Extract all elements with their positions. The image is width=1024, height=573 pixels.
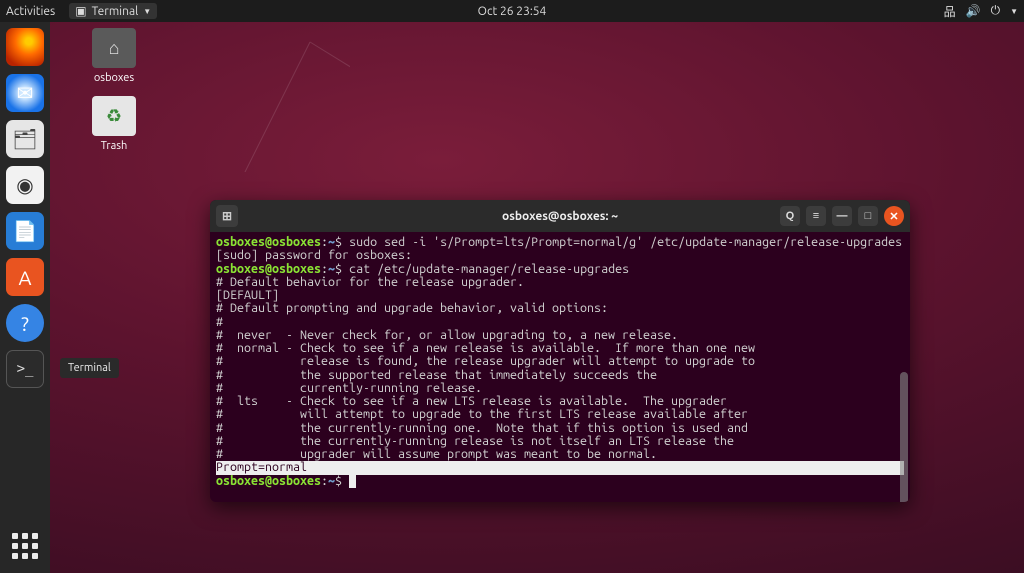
search-button[interactable]: Q <box>780 206 800 226</box>
trash[interactable]: ♻ Trash <box>84 96 144 152</box>
terminal-window: ⊞ osboxes@osboxes: ~ Q ≡ — □ ✕ osboxes@o… <box>210 200 910 502</box>
minimize-button[interactable]: — <box>832 206 852 226</box>
maximize-button[interactable]: □ <box>858 206 878 226</box>
top-bar: Activities ▣ Terminal ▼ Oct 26 23:54 品 🔊… <box>0 0 1024 22</box>
ubuntu-software-icon[interactable]: A <box>6 258 44 296</box>
terminal-line: # <box>216 316 904 329</box>
terminal-line: [sudo] password for osboxes: <box>216 249 904 262</box>
terminal-line: # the currently-running one. Note that i… <box>216 422 904 435</box>
terminal-line: # upgrader will assume prompt was meant … <box>216 448 904 461</box>
close-button[interactable]: ✕ <box>884 206 904 226</box>
terminal-launcher-icon[interactable]: >_ <box>6 350 44 388</box>
window-title: osboxes@osboxes: ~ <box>502 210 618 223</box>
terminal-line: # never - Never check for, or allow upgr… <box>216 329 904 342</box>
chevron-down-icon: ▼ <box>143 7 151 16</box>
volume-icon[interactable]: 🔊 <box>966 4 981 18</box>
power-icon[interactable]: ⏻ <box>991 4 1001 18</box>
terminal-line: [DEFAULT] <box>216 289 904 302</box>
terminal-line: osboxes@osboxes:~$ sudo sed -i 's/Prompt… <box>216 236 904 249</box>
terminal-line: # Default prompting and upgrade behavior… <box>216 302 904 315</box>
scrollbar[interactable] <box>900 372 908 502</box>
help-icon[interactable]: ? <box>6 304 44 342</box>
rhythmbox-icon[interactable]: ◉ <box>6 166 44 204</box>
terminal-body[interactable]: osboxes@osboxes:~$ sudo sed -i 's/Prompt… <box>210 232 910 502</box>
firefox-icon[interactable] <box>6 28 44 66</box>
app-menu[interactable]: ▣ Terminal ▼ <box>69 3 157 19</box>
activities-button[interactable]: Activities <box>6 5 55 18</box>
terminal-line: # the currently-running release is not i… <box>216 435 904 448</box>
terminal-line: # will attempt to upgrade to the first L… <box>216 408 904 421</box>
dock: ✉ 🗂 ◉ 📄 A ? >_ Terminal <box>0 22 50 573</box>
show-applications-button[interactable] <box>8 529 42 563</box>
terminal-line: # normal - Check to see if a new release… <box>216 342 904 355</box>
terminal-small-icon: ▣ <box>75 4 86 18</box>
terminal-line: osboxes@osboxes:~$ cat /etc/update-manag… <box>216 263 904 276</box>
terminal-line: osboxes@osboxes:~$ <box>216 475 904 488</box>
network-icon[interactable]: 品 <box>944 3 956 20</box>
system-tray[interactable]: 品 🔊 ⏻ ▼ <box>944 3 1018 20</box>
window-titlebar[interactable]: ⊞ osboxes@osboxes: ~ Q ≡ — □ ✕ <box>210 200 910 232</box>
clock[interactable]: Oct 26 23:54 <box>478 5 547 18</box>
new-tab-button[interactable]: ⊞ <box>216 205 238 227</box>
cursor <box>349 475 356 488</box>
dock-tooltip: Terminal <box>60 358 119 378</box>
desktop: ⌂ osboxes ♻ Trash ⊞ osboxes@osboxes: ~ Q… <box>50 22 1024 573</box>
trash-icon: ♻ <box>92 96 136 136</box>
terminal-line: # currently-running release. <box>216 382 904 395</box>
libreoffice-writer-icon[interactable]: 📄 <box>6 212 44 250</box>
home-icon: ⌂ <box>92 28 136 68</box>
thunderbird-icon[interactable]: ✉ <box>6 74 44 112</box>
hamburger-menu-button[interactable]: ≡ <box>806 206 826 226</box>
terminal-line: # lts - Check to see if a new LTS releas… <box>216 395 904 408</box>
terminal-line-highlight: Prompt=normal <box>216 461 904 474</box>
home-folder[interactable]: ⌂ osboxes <box>84 28 144 84</box>
files-icon[interactable]: 🗂 <box>6 120 44 158</box>
terminal-line: # release is found, the release upgrader… <box>216 355 904 368</box>
chevron-down-icon: ▼ <box>1010 7 1018 16</box>
terminal-line: # Default behavior for the release upgra… <box>216 276 904 289</box>
terminal-line: # the supported release that immediately… <box>216 369 904 382</box>
